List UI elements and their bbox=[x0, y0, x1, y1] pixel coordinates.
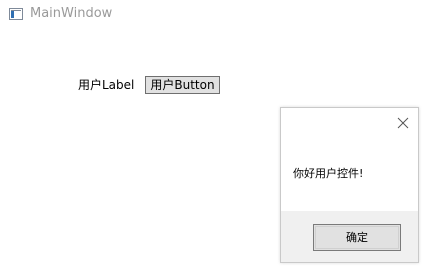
dialog-footer: 确定 bbox=[281, 211, 418, 262]
window-title: MainWindow bbox=[30, 6, 113, 21]
close-icon[interactable] bbox=[397, 117, 409, 129]
app-window-icon bbox=[9, 8, 23, 20]
ok-button[interactable]: 确定 bbox=[313, 224, 401, 251]
message-dialog: 你好用户控件! 确定 bbox=[280, 107, 419, 263]
dialog-message: 你好用户控件! bbox=[293, 167, 364, 180]
user-label: 用户Label bbox=[78, 78, 135, 92]
title-bar: MainWindow bbox=[0, 0, 434, 30]
user-button[interactable]: 用户Button bbox=[145, 76, 220, 94]
